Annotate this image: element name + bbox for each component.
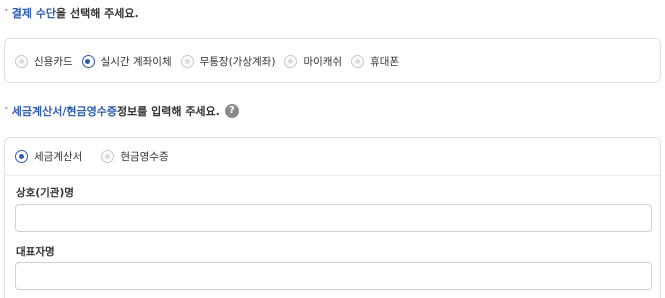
radio-option-mycash[interactable]: 마이캐쉬 xyxy=(284,54,342,69)
radio-label: 휴대폰 xyxy=(370,56,400,68)
radio-option-realtime-transfer[interactable]: 실시간 계좌이체 xyxy=(81,54,172,69)
radio-option-mobile[interactable]: 휴대폰 xyxy=(351,54,399,69)
tax-section-title: • 세금계산서/현금영수증 정보를 입력해 주세요. ? xyxy=(4,103,239,119)
radio-button-selected[interactable] xyxy=(81,55,95,68)
radio-option-tax-invoice[interactable]: 세금계산서 xyxy=(15,149,82,164)
tax-title-highlight: 세금계산서/현금영수증 xyxy=(11,105,117,118)
radio-button[interactable] xyxy=(351,55,365,68)
radio-button[interactable] xyxy=(101,150,115,163)
payment-title-rest: 을 선택해 주세요. xyxy=(56,7,139,20)
radio-label: 신용카드 xyxy=(34,56,73,68)
payment-section-title: • 결제 수단 을 선택해 주세요. xyxy=(4,5,139,21)
radio-option-cash-receipt[interactable]: 현금영수증 xyxy=(101,149,169,164)
radio-button-selected[interactable] xyxy=(15,150,28,163)
payment-method-radio-group: 신용카드 실시간 계좌이체 무통장(가상계좌) 마이캐쉬 휴대폰 xyxy=(15,54,408,69)
radio-button[interactable] xyxy=(15,55,28,68)
bullet-dot: • xyxy=(4,103,9,113)
radio-label: 현금영수증 xyxy=(120,151,169,163)
radio-label: 세금계산서 xyxy=(34,151,83,163)
radio-option-credit-card[interactable]: 신용카드 xyxy=(15,54,73,69)
tax-title-rest: 정보를 입력해 주세요. xyxy=(116,105,220,118)
ceo-name-label: 대표자명 xyxy=(16,246,55,258)
radio-label: 실시간 계좌이체 xyxy=(100,56,172,68)
radio-button[interactable] xyxy=(180,55,194,68)
payment-title-highlight: 결제 수단 xyxy=(11,7,57,20)
radio-option-virtual-account[interactable]: 무통장(가상계좌) xyxy=(180,54,276,69)
payment-method-box: 신용카드 실시간 계좌이체 무통장(가상계좌) 마이캐쉬 휴대폰 xyxy=(4,38,661,83)
company-name-label: 상호(기관)명 xyxy=(16,187,74,199)
radio-label: 무통장(가상계좌) xyxy=(199,56,276,68)
radio-button[interactable] xyxy=(284,55,298,68)
ceo-name-input[interactable] xyxy=(15,262,652,290)
tax-info-box: 세금계산서 현금영수증 상호(기관)명 대표자명 xyxy=(4,137,661,298)
bullet-dot: • xyxy=(4,5,9,15)
radio-label: 마이캐쉬 xyxy=(303,56,343,68)
help-icon[interactable]: ? xyxy=(224,104,239,118)
tax-type-radio-group: 세금계산서 현금영수증 xyxy=(15,149,188,164)
divider xyxy=(5,175,660,176)
company-name-input[interactable] xyxy=(15,204,652,232)
